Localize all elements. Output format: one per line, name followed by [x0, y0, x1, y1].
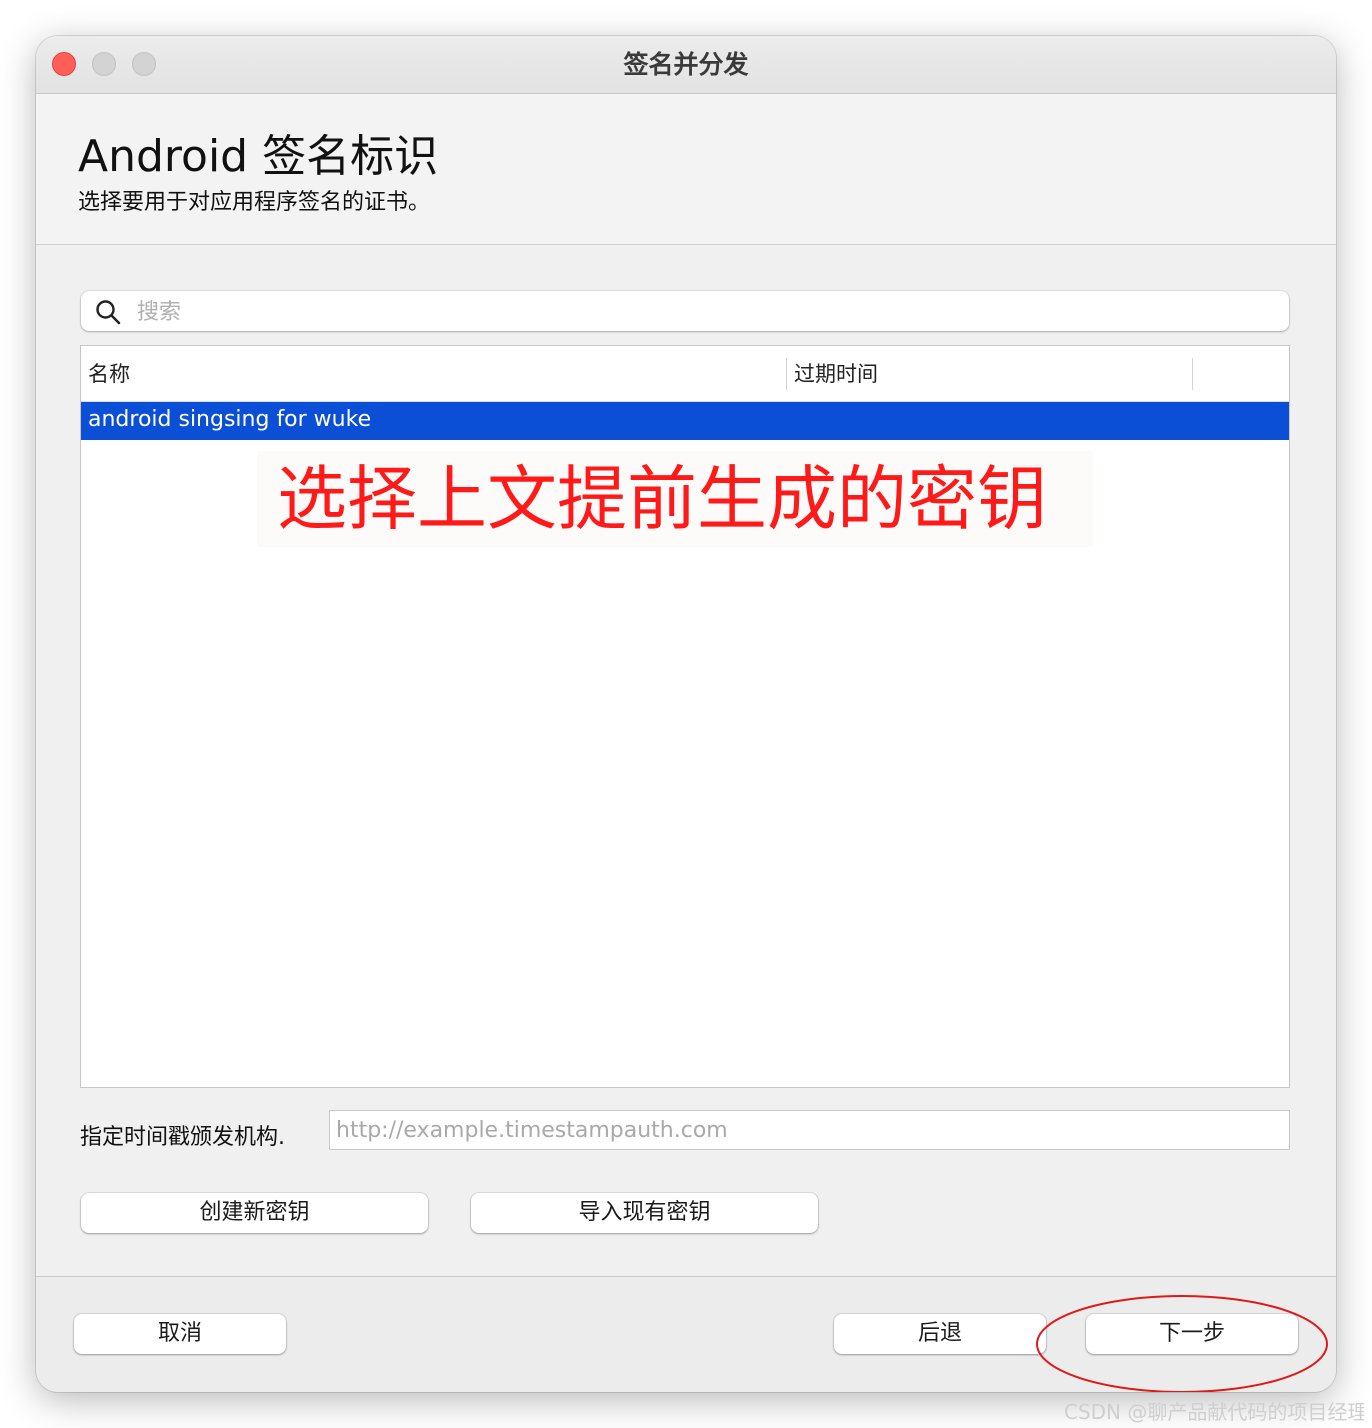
timestamp-authority-label: 指定时间戳颁发机构. — [80, 1125, 285, 1150]
header-area: Android 签名标识 选择要用于对应用程序签名的证书。 — [36, 94, 1336, 245]
search-icon — [96, 300, 121, 325]
column-divider[interactable] — [1192, 358, 1193, 390]
window-title: 签名并分发 — [623, 50, 749, 79]
cancel-button[interactable]: 取消 — [74, 1314, 286, 1354]
import-existing-key-button[interactable]: 导入现有密钥 — [471, 1193, 818, 1233]
main-content: 名称 过期时间 android singsing for wuke 选择上文提前… — [36, 245, 1336, 1276]
page-title: Android 签名标识 — [78, 131, 439, 182]
watermark-text: CSDN @聊产品献代码的项目经理 — [1064, 1400, 1364, 1424]
certificate-name-cell: android singsing for wuke — [88, 407, 372, 432]
footer: 取消 后退 下一步 — [36, 1276, 1336, 1392]
titlebar: 签名并分发 — [36, 36, 1336, 94]
next-button[interactable]: 下一步 — [1086, 1314, 1298, 1354]
column-header-name[interactable]: 名称 — [88, 358, 130, 388]
table-row[interactable]: android singsing for wuke — [81, 402, 1289, 440]
annotation-text: 选择上文提前生成的密钥 — [257, 451, 1093, 547]
back-button[interactable]: 后退 — [834, 1314, 1046, 1354]
timestamp-authority-input[interactable] — [329, 1110, 1290, 1150]
create-new-key-button[interactable]: 创建新密钥 — [81, 1193, 428, 1233]
page-subtitle: 选择要用于对应用程序签名的证书。 — [78, 190, 431, 215]
certificate-table: 名称 过期时间 android singsing for wuke 选择上文提前… — [80, 345, 1290, 1088]
search-input[interactable] — [135, 295, 1279, 329]
table-header: 名称 过期时间 — [81, 346, 1289, 402]
column-divider[interactable] — [786, 358, 787, 390]
column-header-expiry[interactable]: 过期时间 — [794, 358, 878, 388]
sign-and-distribute-window: 签名并分发 Android 签名标识 选择要用于对应用程序签名的证书。 名称 过… — [36, 36, 1336, 1392]
search-box[interactable] — [81, 291, 1289, 331]
